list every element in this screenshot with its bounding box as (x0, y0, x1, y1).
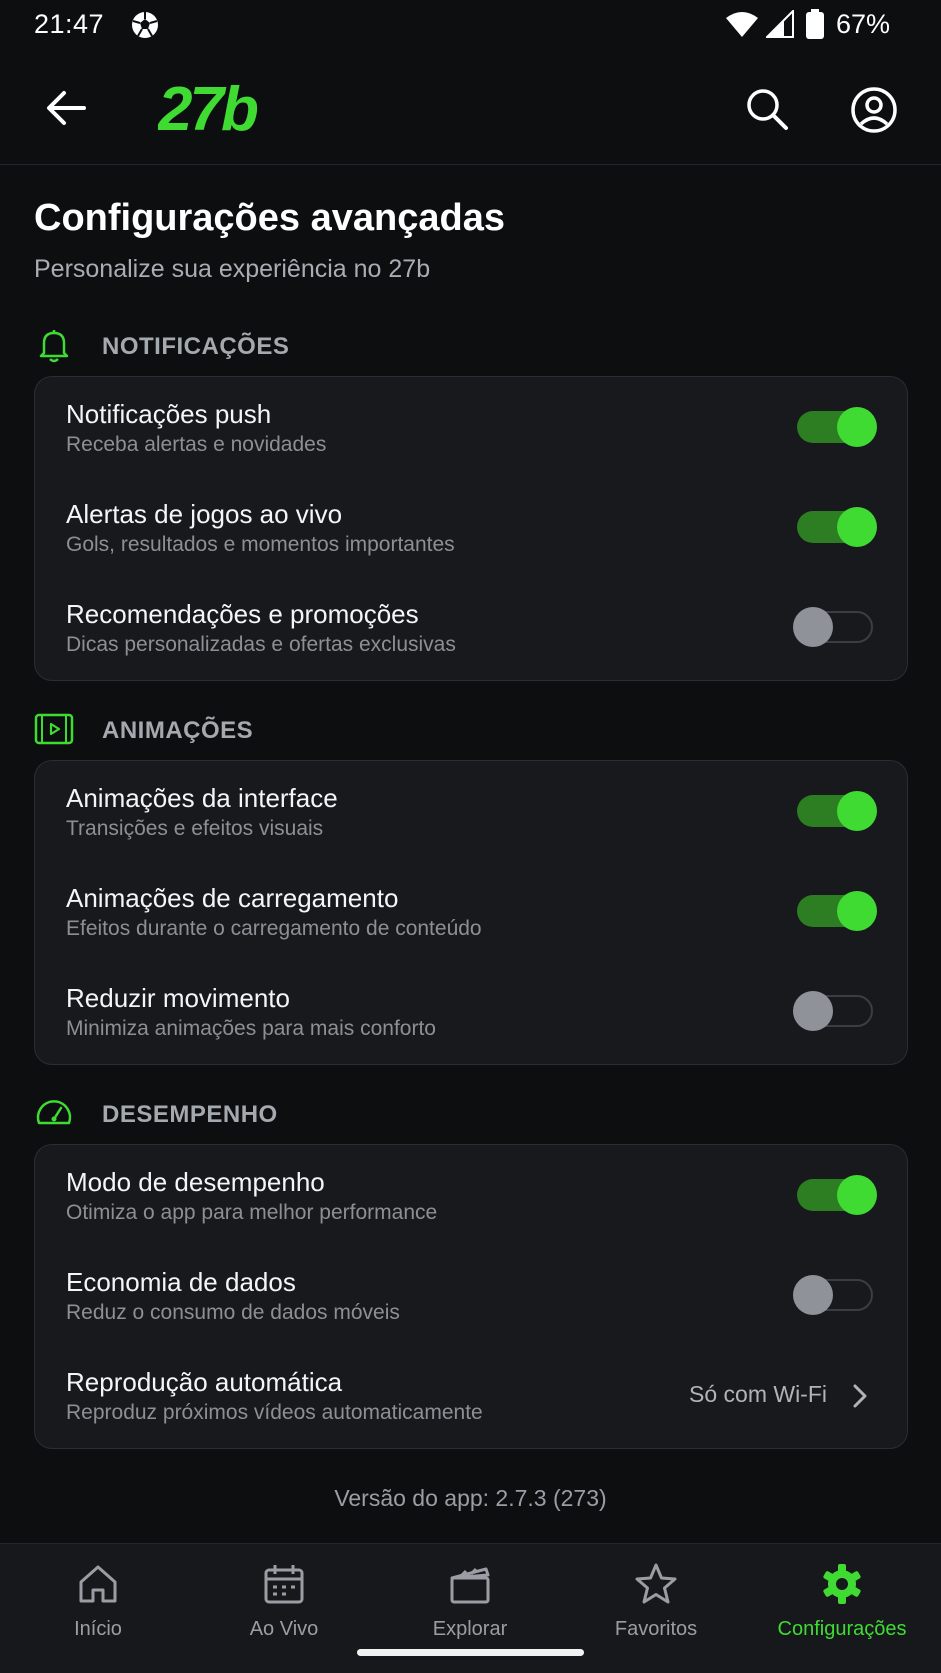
setting-title: Alertas de jogos ao vivo (66, 499, 343, 529)
section-label: DESEMPENHO (102, 1101, 278, 1128)
battery-level: 67% (836, 9, 891, 39)
setting-description: Reproduz próximos vídeos automaticamente (66, 1401, 483, 1424)
data-saver-toggle[interactable] (793, 1275, 877, 1315)
soccer-ball-icon (132, 12, 158, 38)
push-notifications-toggle[interactable] (793, 407, 877, 447)
star-icon (635, 1563, 677, 1604)
setting-row-live-alerts: Alertas de jogos ao vivo Gols, resultado… (35, 477, 907, 577)
speedometer-icon (36, 1100, 72, 1125)
autoplay-value: Só com Wi-Fi (689, 1381, 827, 1407)
setting-description: Otimiza o app para melhor performance (66, 1201, 438, 1224)
setting-row-ui-animations: Animações da interface Transições e efei… (35, 761, 907, 861)
nav-item-home[interactable]: Início (4, 1544, 192, 1644)
setting-title: Reduzir movimento (66, 983, 290, 1013)
app-version: Versão do app: 2.7.3 (273) (334, 1485, 607, 1511)
nav-label: Início (74, 1618, 122, 1640)
nav-item-settings[interactable]: Configurações (748, 1544, 936, 1644)
setting-row-recommendations: Recomendações e promoções Dicas personal… (35, 577, 907, 677)
performance-card: Modo de desempenho Otimiza o app para me… (34, 1144, 908, 1449)
setting-title: Modo de desempenho (66, 1167, 325, 1197)
nav-label: Favoritos (614, 1618, 698, 1640)
home-indicator (357, 1649, 584, 1656)
setting-row-reduce-motion: Reduzir movimento Minimiza animações par… (35, 961, 907, 1061)
status-time: 21:47 (34, 9, 105, 39)
nav-item-explore[interactable]: Explorar (376, 1544, 564, 1644)
loading-animations-toggle[interactable] (793, 891, 877, 931)
account-icon[interactable] (850, 86, 898, 134)
section-header-performance: DESEMPENHO (34, 1093, 914, 1133)
section-label: ANIMAÇÕES (102, 717, 254, 744)
setting-row-loading-animations: Animações de carregamento Efeitos durant… (35, 861, 907, 961)
back-arrow-icon[interactable] (44, 88, 88, 128)
bell-icon (39, 330, 69, 363)
reduce-motion-toggle[interactable] (793, 991, 877, 1031)
recommendations-toggle[interactable] (793, 607, 877, 647)
setting-description: Efeitos durante o carregamento de conteú… (66, 917, 482, 940)
page-subtitle: Personalize sua experiência no 27b (34, 255, 431, 283)
page-title: Configurações avançadas (34, 197, 505, 239)
setting-row-autoplay[interactable]: Reprodução automática Reproduz próximos … (35, 1345, 907, 1445)
section-header-notifications: NOTIFICAÇÕES (34, 325, 914, 365)
setting-description: Dicas personalizadas e ofertas exclusiva… (66, 633, 456, 656)
gear-icon (823, 1564, 861, 1604)
nav-label: Explorar (432, 1618, 508, 1640)
nav-item-favorites[interactable]: Favoritos (562, 1544, 750, 1644)
status-bar: 21:47 67% (0, 0, 941, 50)
setting-row-push: Notificações push Receba alertas e novid… (35, 377, 907, 477)
video-icon (34, 713, 74, 745)
battery-icon (806, 9, 824, 39)
nav-label: Ao Vivo (249, 1618, 319, 1640)
setting-description: Gols, resultados e momentos importantes (66, 533, 455, 556)
app-logo: 27b (158, 80, 261, 138)
setting-row-data-saver: Economia de dados Reduz o consumo de dad… (35, 1245, 907, 1345)
setting-title: Animações de carregamento (66, 883, 399, 913)
section-header-animations: ANIMAÇÕES (34, 709, 914, 749)
live-alerts-toggle[interactable] (793, 507, 877, 547)
wifi-icon (726, 12, 758, 37)
performance-mode-toggle[interactable] (793, 1175, 877, 1215)
setting-description: Transições e efeitos visuais (66, 817, 324, 840)
setting-description: Minimiza animações para mais conforto (66, 1017, 436, 1040)
calendar-icon (264, 1565, 304, 1604)
setting-title: Recomendações e promoções (66, 599, 419, 629)
search-icon[interactable] (744, 86, 790, 132)
setting-title: Animações da interface (66, 783, 338, 813)
clapperboard-icon (450, 1567, 490, 1604)
nav-label: Configurações (777, 1618, 907, 1640)
ui-animations-toggle[interactable] (793, 791, 877, 831)
section-label: NOTIFICAÇÕES (102, 333, 290, 360)
notifications-card: Notificações push Receba alertas e novid… (34, 376, 908, 681)
home-icon (79, 1565, 117, 1603)
setting-description: Receba alertas e novidades (66, 433, 327, 456)
setting-description: Reduz o consumo de dados móveis (66, 1301, 400, 1324)
app-bar: 27b (0, 52, 941, 165)
signal-icon (766, 10, 794, 38)
nav-item-live[interactable]: Ao Vivo (190, 1544, 378, 1644)
chevron-right-icon (853, 1384, 867, 1408)
setting-title: Notificações push (66, 399, 272, 429)
setting-title: Reprodução automática (66, 1367, 343, 1397)
animations-card: Animações da interface Transições e efei… (34, 760, 908, 1065)
logo-text: 27b (158, 80, 258, 138)
setting-title: Economia de dados (66, 1267, 296, 1297)
setting-row-performance-mode: Modo de desempenho Otimiza o app para me… (35, 1145, 907, 1245)
